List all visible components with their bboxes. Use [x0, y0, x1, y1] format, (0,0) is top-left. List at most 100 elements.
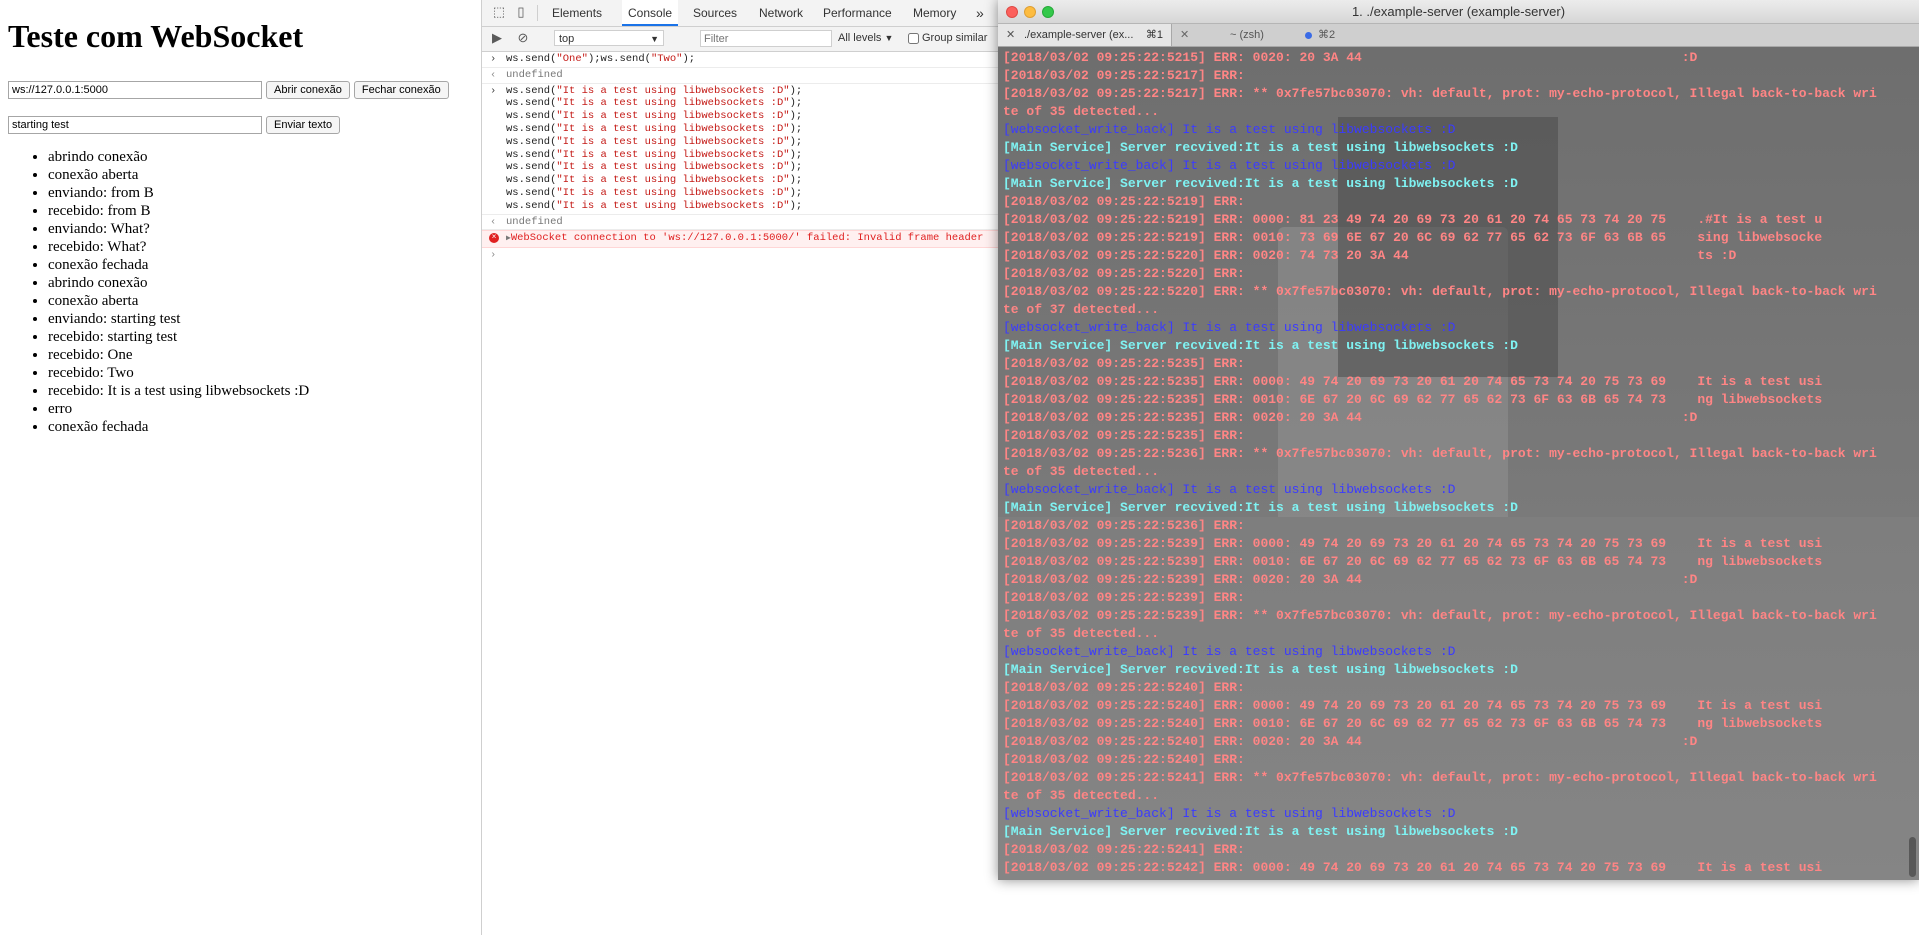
close-connection-button[interactable]: Fechar conexão — [353, 81, 449, 99]
devtools-tabbar: ⬚ ▯ Elements Console Sources Network Per… — [482, 0, 1087, 27]
terminal-line: [2018/03/02 09:25:22:5240] ERR: 0010: 6E… — [1003, 716, 1823, 731]
terminal-tabbar: ✕ ./example-server (ex... ⌘1 ✕ ~ (zsh) ⌘… — [998, 24, 1919, 47]
tab-performance[interactable]: Performance — [823, 0, 892, 26]
console-result: undefined — [506, 68, 563, 81]
terminal-line: [2018/03/02 09:25:22:5239] ERR: — [1003, 590, 1245, 605]
result-prompt-icon: ‹ — [490, 68, 497, 81]
send-text-button[interactable]: Enviar texto — [266, 116, 341, 134]
terminal-line: te of 37 detected... — [1003, 302, 1160, 317]
terminal-line: [2018/03/02 09:25:22:5235] ERR: — [1003, 428, 1245, 443]
terminal-tab-1[interactable]: ✕ ./example-server (ex... ⌘1 — [998, 24, 1172, 46]
log-item: enviando: from B — [48, 184, 309, 202]
terminal-line: [2018/03/02 09:25:22:5236] ERR: ** 0x7fe… — [1003, 446, 1877, 461]
terminal-line: [Main Service] Server recvived:It is a t… — [1003, 662, 1518, 677]
terminal-line: [2018/03/02 09:25:22:5219] ERR: 0010: 73… — [1003, 230, 1823, 245]
terminal-line: [2018/03/02 09:25:22:5235] ERR: 0000: 49… — [1003, 374, 1823, 389]
context-select[interactable]: top ▼ — [554, 30, 664, 46]
input-prompt-icon: › — [490, 84, 497, 97]
open-connection-button[interactable]: Abrir conexão — [266, 81, 350, 99]
terminal-output[interactable]: [2018/03/02 09:25:22:5215] ERR: 0020: 20… — [998, 47, 1919, 880]
more-tabs-icon[interactable]: » — [976, 0, 984, 26]
log-item: abrindo conexão — [48, 274, 309, 292]
terminal-line: [2018/03/02 09:25:22:5220] ERR: — [1003, 266, 1245, 281]
clear-console-icon[interactable]: ⊘ — [516, 31, 530, 45]
page-title: Teste com WebSocket — [8, 18, 304, 54]
error-icon: × — [489, 233, 499, 244]
chevron-down-icon: ▼ — [650, 34, 659, 44]
devtools-panel: ⬚ ▯ Elements Console Sources Network Per… — [481, 0, 1147, 935]
terminal-line: [Main Service] Server recvived:It is a t… — [1003, 338, 1518, 353]
terminal-line: [2018/03/02 09:25:22:5241] ERR: — [1003, 842, 1245, 857]
console-error-entry: × ▶WebSocket connection to 'ws://127.0.0… — [482, 230, 1147, 249]
group-similar-checkbox[interactable] — [908, 32, 919, 44]
log-item: recebido: starting test — [48, 328, 309, 346]
minimize-window-icon[interactable] — [1024, 6, 1036, 18]
terminal-tab-2-shortcut: ⌘2 — [1318, 29, 1336, 41]
close-tab-icon[interactable]: ✕ — [1180, 24, 1189, 46]
inspect-element-icon[interactable]: ⬚ — [492, 5, 506, 19]
terminal-line: [2018/03/02 09:25:22:5239] ERR: 0000: 49… — [1003, 536, 1823, 551]
log-item: erro — [48, 400, 309, 418]
chevron-down-icon: ▼ — [884, 33, 894, 43]
close-window-icon[interactable] — [1006, 6, 1018, 18]
log-item: conexão fechada — [48, 256, 309, 274]
levels-dropdown[interactable]: All levels ▼ — [838, 32, 893, 44]
tab-memory[interactable]: Memory — [913, 0, 956, 26]
terminal-line: [2018/03/02 09:25:22:5239] ERR: 0010: 6E… — [1003, 554, 1823, 569]
terminal-line: [2018/03/02 09:25:22:5215] ERR: 0020: 20… — [1003, 50, 1698, 65]
console-prompt[interactable]: › — [482, 248, 1087, 263]
console-output: › ws.send("One");ws.send("Two"); ‹ undef… — [482, 52, 1147, 935]
result-prompt-icon: ‹ — [490, 215, 497, 228]
terminal-tab-2[interactable]: ✕ ~ (zsh) ⌘2 — [1172, 24, 1372, 46]
tab-console[interactable]: Console — [622, 0, 679, 26]
terminal-line: [2018/03/02 09:25:22:5217] ERR: — [1003, 68, 1245, 83]
message-row: Enviar texto — [8, 116, 341, 134]
tab-sources[interactable]: Sources — [693, 0, 737, 26]
log-item: recebido: It is a test using libwebsocke… — [48, 382, 309, 400]
terminal-log: [2018/03/02 09:25:22:5215] ERR: 0020: 20… — [1003, 49, 1908, 877]
terminal-line: [2018/03/02 09:25:22:5235] ERR: — [1003, 356, 1245, 371]
console-command: ws.send("One");ws.send("Two"); — [506, 53, 696, 65]
sidebar-toggle-icon[interactable]: ▶ — [490, 31, 504, 45]
zoom-window-icon[interactable] — [1042, 6, 1054, 18]
event-log: abrindo conexãoconexão abertaenviando: f… — [0, 148, 309, 436]
console-input-entry: › ws.send("It is a test using libwebsock… — [482, 84, 1087, 215]
terminal-line: [2018/03/02 09:25:22:5242] ERR: 0000: 49… — [1003, 860, 1823, 875]
context-value: top — [559, 33, 575, 45]
terminal-line: te of 35 detected... — [1003, 464, 1160, 479]
url-input[interactable] — [8, 81, 262, 99]
log-item: conexão aberta — [48, 292, 309, 310]
input-prompt-icon: › — [490, 53, 497, 65]
terminal-line: [Main Service] Server recvived:It is a t… — [1003, 176, 1518, 191]
terminal-line: [2018/03/02 09:25:22:5235] ERR: 0020: 20… — [1003, 410, 1698, 425]
terminal-line: [2018/03/02 09:25:22:5240] ERR: — [1003, 752, 1245, 767]
terminal-line: [Main Service] Server recvived:It is a t… — [1003, 500, 1518, 515]
message-input[interactable] — [8, 116, 262, 134]
terminal-line: [Main Service] Server recvived:It is a t… — [1003, 824, 1518, 839]
close-tab-icon[interactable]: ✕ — [1006, 24, 1015, 46]
device-toolbar-icon[interactable]: ▯ — [514, 5, 528, 19]
console-toolbar: ▶ ⊘ top ▼ All levels ▼ Group similar — [482, 27, 1087, 52]
filter-input[interactable] — [700, 30, 832, 47]
terminal-scrollbar[interactable] — [1909, 837, 1916, 877]
terminal-titlebar: 1. ./example-server (example-server) — [998, 0, 1919, 24]
log-item: abrindo conexão — [48, 148, 309, 166]
group-similar-toggle[interactable]: Group similar — [908, 32, 987, 44]
log-item: conexão aberta — [48, 166, 309, 184]
terminal-line: [2018/03/02 09:25:22:5239] ERR: 0020: 20… — [1003, 572, 1698, 587]
terminal-line: [websocket_write_back] It is a test usin… — [1003, 644, 1456, 659]
terminal-title: 1. ./example-server (example-server) — [1351, 4, 1566, 19]
group-similar-label: Group similar — [922, 32, 988, 44]
console-input-entry: › ws.send("One");ws.send("Two"); — [482, 52, 1087, 68]
terminal-line: [websocket_write_back] It is a test usin… — [1003, 320, 1456, 335]
log-item: recebido: Two — [48, 364, 309, 382]
log-item: recebido: What? — [48, 238, 309, 256]
log-item: recebido: from B — [48, 202, 309, 220]
tab-elements[interactable]: Elements — [552, 0, 602, 26]
terminal-line: [websocket_write_back] It is a test usin… — [1003, 122, 1456, 137]
terminal-line: [2018/03/02 09:25:22:5235] ERR: 0010: 6E… — [1003, 392, 1823, 407]
terminal-line: [2018/03/02 09:25:22:5220] ERR: 0020: 74… — [1003, 248, 1737, 263]
terminal-line: [2018/03/02 09:25:22:5219] ERR: 0000: 81… — [1003, 212, 1823, 227]
terminal-line: te of 35 detected... — [1003, 626, 1160, 641]
tab-network[interactable]: Network — [759, 0, 803, 26]
